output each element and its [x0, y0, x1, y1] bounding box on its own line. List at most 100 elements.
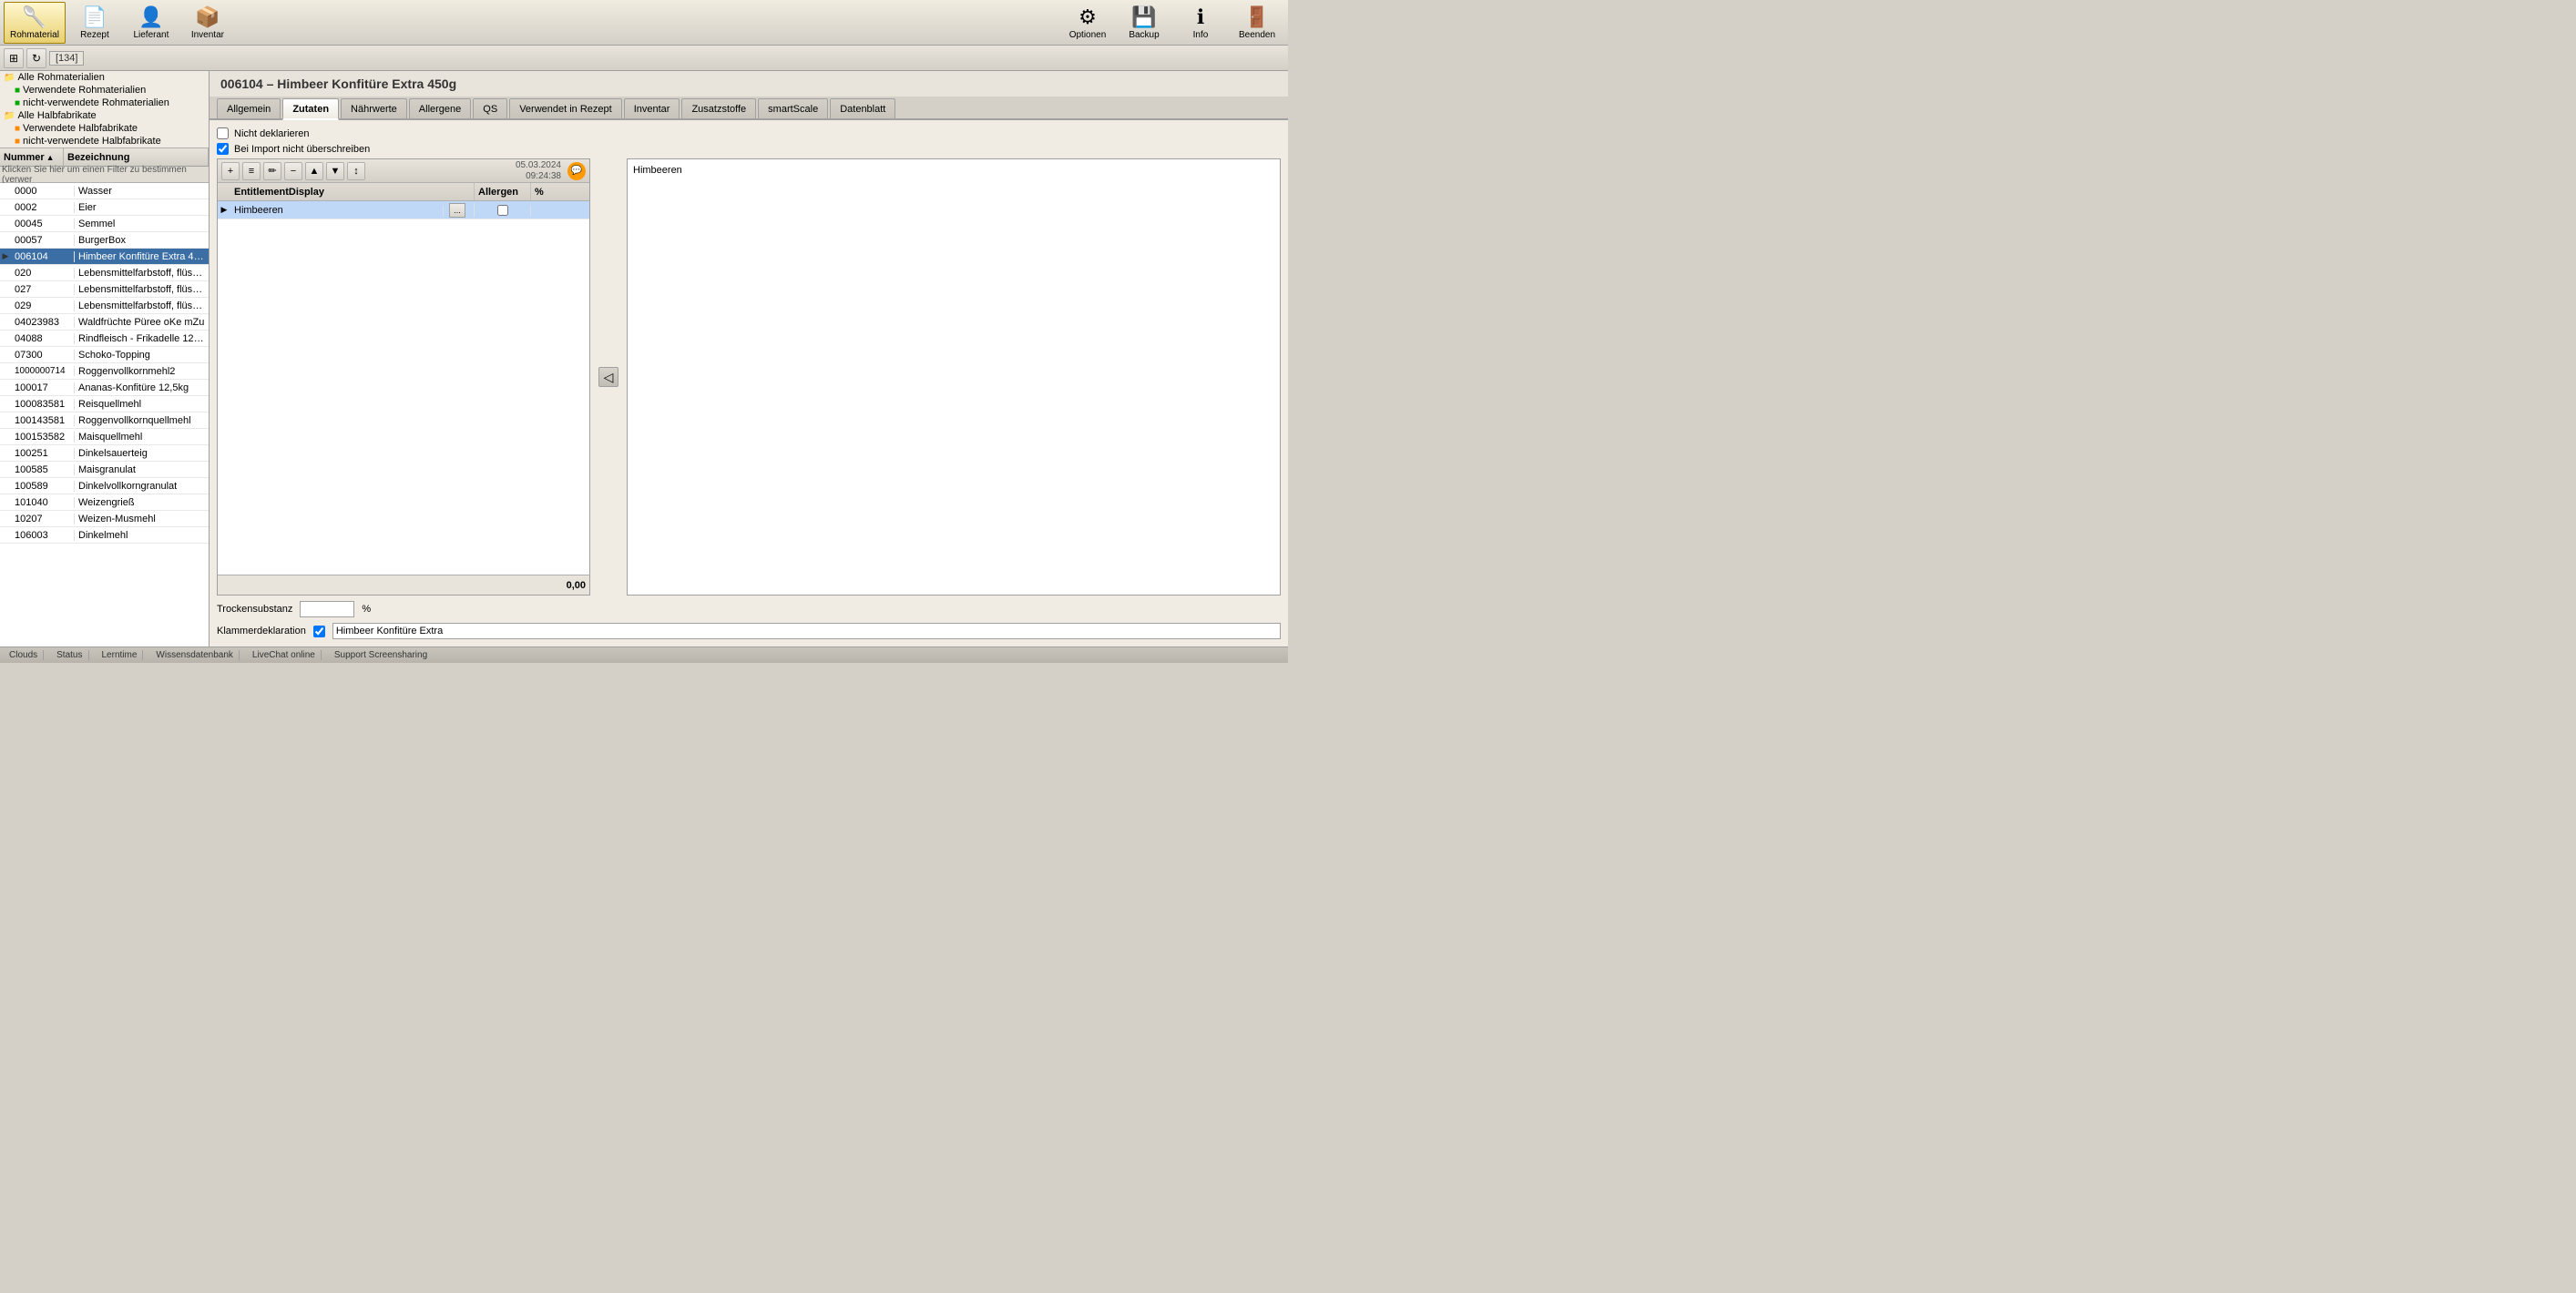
zutaten-right-panel: Himbeeren: [627, 158, 1281, 596]
tab-inventar[interactable]: Inventar: [624, 98, 680, 118]
tree-item-verwendete-roh[interactable]: ■ Verwendete Rohmaterialien: [0, 84, 209, 97]
col-header-entitlement: EntitlementDisplay: [230, 183, 475, 200]
trockensubstanz-input[interactable]: [300, 601, 354, 617]
toolbar-backup-button[interactable]: 💾 Backup: [1117, 2, 1171, 44]
tab-qs[interactable]: QS: [473, 98, 507, 118]
list-item[interactable]: 04088 Rindfleisch - Frikadelle 125 g: [0, 331, 209, 347]
status-support: Support Screensharing: [329, 650, 433, 660]
bottom-row: Trockensubstanz %: [217, 601, 1281, 617]
toggle-tree-button[interactable]: ⊞: [4, 48, 24, 68]
column-header-bezeichnung: Bezeichnung: [64, 148, 209, 166]
list-item[interactable]: 07300 Schoko-Topping: [0, 347, 209, 363]
record-counter: [134]: [49, 51, 84, 66]
tabs-bar: Allgemein Zutaten Nährwerte Allergene QS…: [210, 97, 1288, 120]
list-item[interactable]: 00057 BurgerBox: [0, 232, 209, 249]
bei-import-label: Bei Import nicht überschreiben: [234, 144, 370, 155]
list-item[interactable]: 020 Lebensmittelfarbstoff, flüssig Grün: [0, 265, 209, 281]
toolbar-lieferant-button[interactable]: 👤 Lieferant: [124, 2, 179, 44]
tree-item-nichtverwendete-halb[interactable]: ■ nicht-verwendete Halbfabrikate: [0, 135, 209, 148]
nicht-deklarieren-label: Nicht deklarieren: [234, 128, 310, 139]
list-item[interactable]: 1000000714 Roggenvollkornmehl2: [0, 363, 209, 380]
list-item-selected[interactable]: ▶ 006104 Himbeer Konfitüre Extra 450g: [0, 249, 209, 265]
status-clouds: Clouds: [4, 650, 44, 660]
klammerdeklaration-input[interactable]: [332, 623, 1281, 639]
trockensubstanz-label: Trockensubstanz: [217, 604, 292, 615]
zutaten-toolbar: + ≡ ✏ − ▲ ▼ ↕ 05.03.2024 09:24:38 💬: [218, 159, 589, 183]
tree-item-verwendete-halb[interactable]: ■ Verwendete Halbfabrikate: [0, 122, 209, 135]
edit-entitlement-button[interactable]: ...: [449, 203, 465, 218]
list-item[interactable]: 0000 Wasser: [0, 183, 209, 199]
zutaten-table-body: ▶ Himbeeren ...: [218, 201, 589, 575]
tree-item-nichtverwendete-roh[interactable]: ■ nicht-verwendete Rohmaterialien: [0, 97, 209, 109]
tab-datenblatt[interactable]: Datenblatt: [830, 98, 895, 118]
toolbar-rohmaterial-button[interactable]: 🥄 Rohmaterial: [4, 2, 66, 44]
list-item[interactable]: 100017 Ananas-Konfitüre 12,5kg: [0, 380, 209, 396]
tree-item-alle-rohmaterialien[interactable]: 📁 Alle Rohmaterialien: [0, 71, 209, 84]
tab-zutaten[interactable]: Zutaten: [282, 98, 339, 120]
orange-dot2-icon: ■: [15, 137, 20, 147]
row-arrow: ▶: [218, 205, 230, 215]
zutaten-right-text: Himbeeren: [633, 165, 682, 176]
list-item[interactable]: 100251 Dinkelsauerteig: [0, 445, 209, 462]
chat-button[interactable]: 💬: [567, 162, 586, 180]
transfer-left-button[interactable]: ◁: [598, 367, 618, 387]
middle-arrow-panel: ◁: [598, 158, 619, 596]
tab-smartscale[interactable]: smartScale: [758, 98, 828, 118]
status-status: Status: [51, 650, 88, 660]
record-title: 006104 – Himbeer Konfitüre Extra 450g: [210, 71, 1288, 97]
klammerdeklaration-checkbox[interactable]: [313, 626, 325, 637]
secondary-toolbar: ⊞ ↻ [134]: [0, 46, 1288, 71]
tab-allgemein[interactable]: Allgemein: [217, 98, 281, 118]
list-item[interactable]: 0002 Eier: [0, 199, 209, 216]
tab-allergene[interactable]: Allergene: [409, 98, 471, 118]
tab-nahrwerte[interactable]: Nährwerte: [341, 98, 407, 118]
arrow-up-button[interactable]: ▲: [305, 162, 323, 180]
entitlement-cell: Himbeeren: [230, 205, 444, 216]
backup-icon: 💾: [1131, 5, 1156, 29]
klammerdeklaration-label: Klammerdeklaration: [217, 626, 306, 636]
add-row-button[interactable]: +: [221, 162, 240, 180]
col-header-percent: %: [531, 183, 567, 200]
toolbar-inventar-button[interactable]: 📦 Inventar: [180, 2, 235, 44]
toolbar-optionen-button[interactable]: ⚙ Optionen: [1060, 2, 1115, 44]
list-item[interactable]: 101040 Weizengrieß: [0, 494, 209, 511]
tab-zusatzstoffe[interactable]: Zusatzstoffe: [681, 98, 756, 118]
tab-verwendet-in-rezept[interactable]: Verwendet in Rezept: [509, 98, 622, 118]
minus-button[interactable]: −: [284, 162, 302, 180]
toolbar-beenden-button[interactable]: 🚪 Beenden: [1230, 2, 1284, 44]
arrow-down-button[interactable]: ▼: [326, 162, 344, 180]
allergen-cell: [475, 205, 531, 216]
sort-button[interactable]: ↕: [347, 162, 365, 180]
list-item[interactable]: 100153582 Maisquellmehl: [0, 429, 209, 445]
list-item[interactable]: 10207 Weizen-Musmehl: [0, 511, 209, 527]
list-item[interactable]: 100083581 Reisquellmehl: [0, 396, 209, 412]
col-header-allergen: Allergen: [475, 183, 531, 200]
edit-button[interactable]: ✏: [263, 162, 281, 180]
list-item[interactable]: 04023983 Waldfrüchte Püree oKe mZu: [0, 314, 209, 331]
refresh-button[interactable]: ↻: [26, 48, 46, 68]
nicht-deklarieren-checkbox[interactable]: [217, 127, 229, 139]
zutaten-row[interactable]: ▶ Himbeeren ...: [218, 201, 589, 219]
tree-item-alle-halbfabrikate[interactable]: 📁 Alle Halbfabrikate: [0, 109, 209, 122]
status-livechat: LiveChat online: [247, 650, 322, 660]
list-item[interactable]: 027 Lebensmittelfarbstoff, flüssig Früch…: [0, 281, 209, 298]
list-item[interactable]: 00045 Semmel: [0, 216, 209, 232]
list-item[interactable]: 106003 Dinkelmehl: [0, 527, 209, 544]
toolbar-info-button[interactable]: ℹ Info: [1173, 2, 1228, 44]
lieferant-icon: 👤: [138, 5, 163, 29]
zutaten-layout: + ≡ ✏ − ▲ ▼ ↕ 05.03.2024 09:24:38 💬: [217, 158, 1281, 596]
timestamp-display: 05.03.2024 09:24:38: [516, 160, 561, 182]
inventar-icon: 📦: [195, 5, 220, 29]
list-item[interactable]: 100585 Maisgranulat: [0, 462, 209, 478]
info-icon: ℹ: [1197, 5, 1204, 29]
bei-import-checkbox[interactable]: [217, 143, 229, 155]
left-panel: 📁 Alle Rohmaterialien ■ Verwendete Rohma…: [0, 71, 210, 646]
list-item[interactable]: 100589 Dinkelvollkorngranulat: [0, 478, 209, 494]
list-body: 0000 Wasser 0002 Eier 00045 Semmel 00057…: [0, 183, 209, 646]
toolbar-rezept-button[interactable]: 📄 Rezept: [67, 2, 122, 44]
select-button[interactable]: ≡: [242, 162, 261, 180]
list-item[interactable]: 100143581 Roggenvollkornquellmehl: [0, 412, 209, 429]
allergen-checkbox[interactable]: [497, 205, 508, 216]
filter-row[interactable]: Klicken Sie hier um einen Filter zu best…: [0, 167, 209, 183]
list-item[interactable]: 029 Lebensmittelfarbstoff, flüssig Sonne…: [0, 298, 209, 314]
